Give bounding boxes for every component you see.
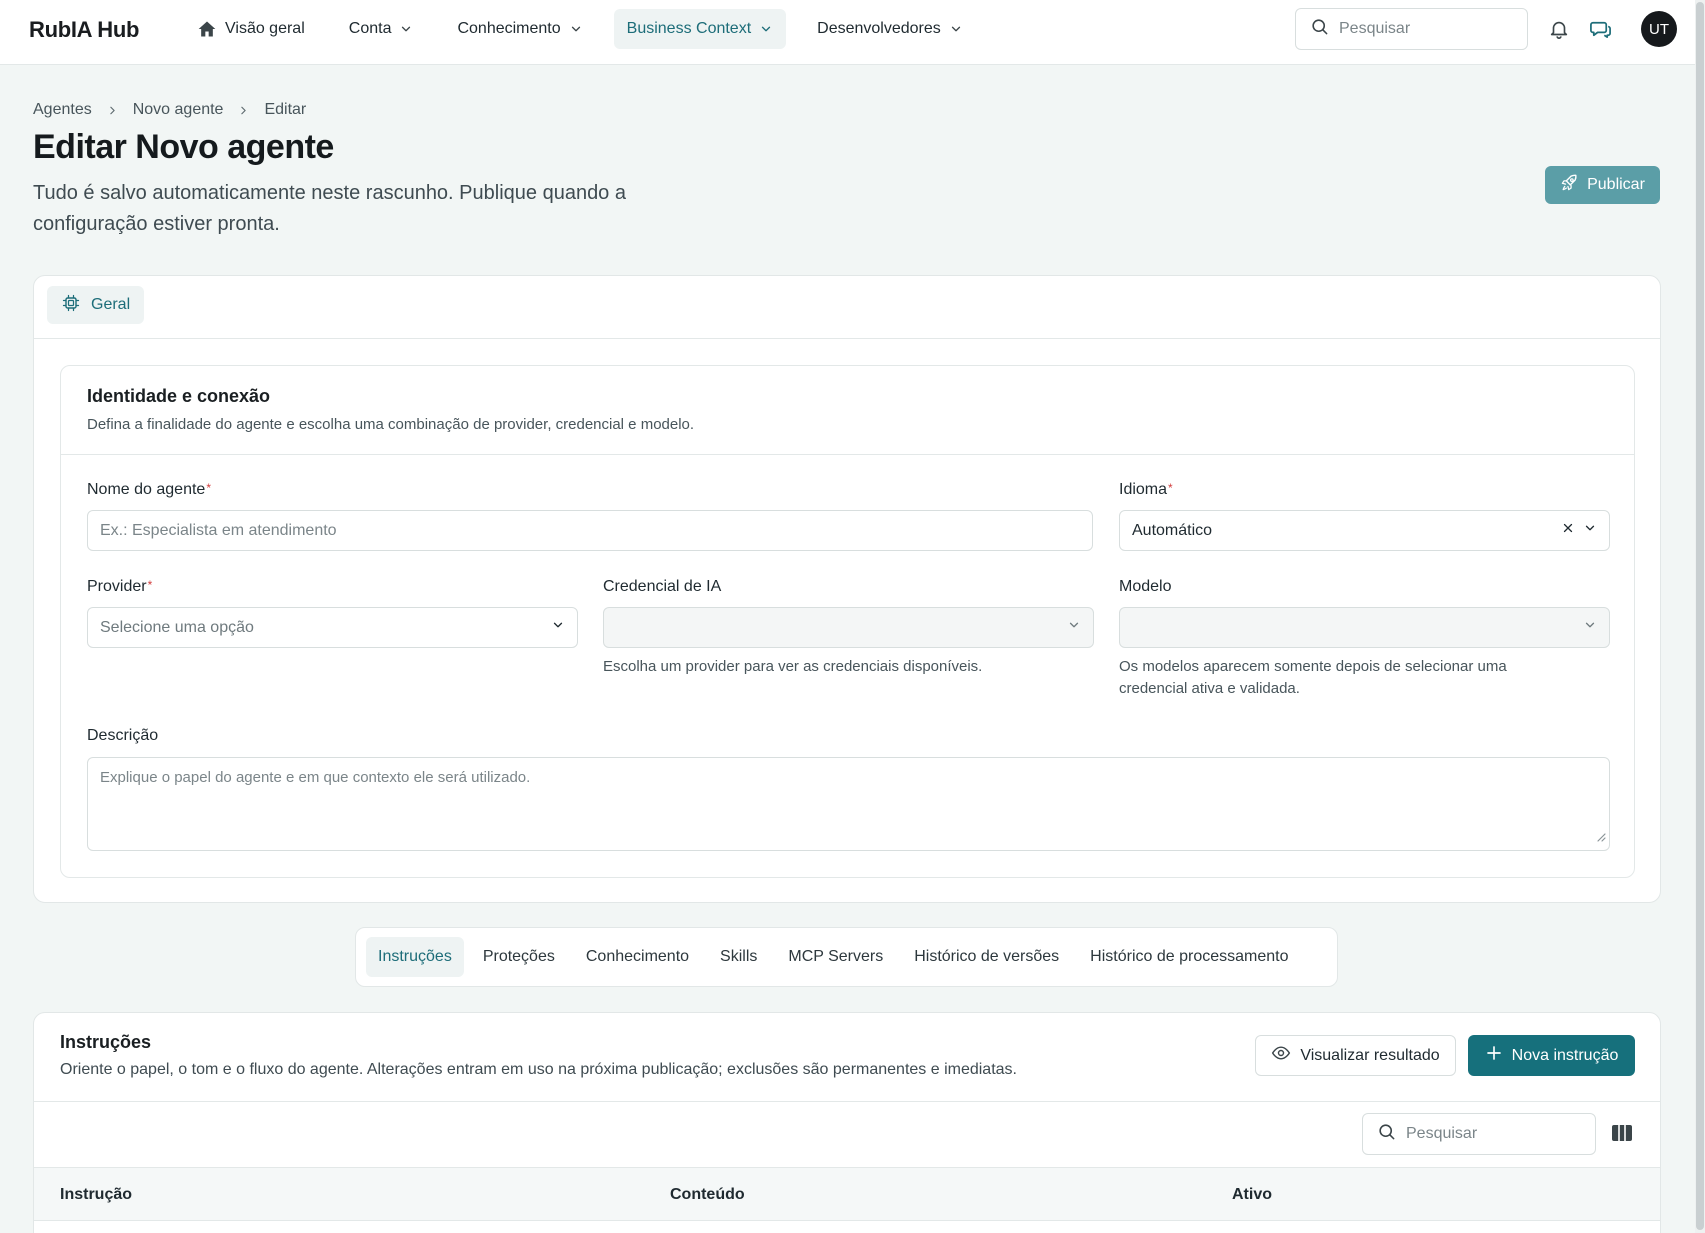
nav-item-label: Desenvolvedores [817, 20, 941, 37]
breadcrumb-item-editar: Editar [264, 101, 307, 118]
search-icon [1377, 1122, 1396, 1146]
breadcrumb-item-agentes[interactable]: Agentes [33, 101, 92, 119]
preview-button-label: Visualizar resultado [1300, 1046, 1440, 1064]
divider [61, 454, 1634, 455]
global-search-input[interactable] [1339, 20, 1509, 38]
instructions-card: Instruções Oriente o papel, o tom e o fl… [33, 1012, 1661, 1233]
rocket-icon [1560, 173, 1579, 197]
tab-instrucoes[interactable]: Instruções [366, 937, 464, 977]
user-avatar[interactable]: UT [1641, 11, 1677, 47]
nav-item-label: Conhecimento [457, 20, 561, 37]
chat-bubbles-icon[interactable] [1588, 17, 1612, 41]
instructions-search[interactable] [1362, 1113, 1596, 1155]
section-subtitle: Oriente o papel, o tom e o fluxo do agen… [60, 1061, 1017, 1078]
agent-name-label: Nome do agente* [87, 481, 211, 498]
tab-historico-processamento[interactable]: Histórico de processamento [1078, 937, 1300, 977]
publish-button-label: Publicar [1587, 176, 1645, 193]
column-header-conteudo[interactable]: Conteúdo [670, 1186, 745, 1204]
instructions-table-header: Instrução Conteúdo Ativo [34, 1167, 1660, 1221]
notifications-bell-icon[interactable] [1547, 17, 1571, 41]
model-hint: Os modelos aparecem somente depois de se… [1119, 658, 1507, 697]
tab-geral[interactable]: Geral [47, 286, 145, 324]
preview-result-button[interactable]: Visualizar resultado [1255, 1035, 1456, 1076]
required-mark: * [1168, 481, 1173, 495]
credential-label: Credencial de IA [603, 578, 722, 595]
description-field[interactable] [87, 757, 1610, 851]
chevron-down-icon [949, 22, 963, 36]
column-header-instrucao[interactable]: Instrução [60, 1186, 132, 1204]
plus-icon [1485, 1044, 1503, 1067]
brand-logo[interactable]: RubIA Hub [29, 17, 139, 43]
search-icon [1310, 17, 1329, 41]
nav-item-label: Business Context [626, 20, 752, 37]
description-textarea[interactable] [88, 758, 1609, 850]
divider [34, 338, 1660, 339]
home-icon [197, 19, 217, 39]
section-title: Identidade e conexão [87, 386, 271, 406]
required-mark: * [147, 578, 153, 592]
description-label: Descrição [87, 727, 159, 744]
main-nav: Visão geral Conta Conhecimento Business … [184, 9, 994, 49]
chevron-right-icon [106, 104, 119, 117]
tab-mcp-servers[interactable]: MCP Servers [776, 937, 895, 977]
nav-item-label: Visão geral [225, 20, 305, 37]
provider-select-placeholder: Selecione uma opção [100, 618, 254, 636]
columns-toggle-icon[interactable] [1611, 1123, 1633, 1148]
tab-protecoes[interactable]: Proteções [471, 937, 567, 977]
section-subtitle: Defina a finalidade do agente e escolha … [87, 416, 695, 433]
chevron-down-icon [569, 22, 583, 36]
nav-item-visao-geral[interactable]: Visão geral [184, 9, 318, 49]
nav-item-desenvolvedores[interactable]: Desenvolvedores [804, 9, 976, 49]
global-search[interactable] [1295, 8, 1528, 50]
model-select[interactable] [1119, 607, 1610, 648]
provider-select[interactable]: Selecione uma opção [87, 607, 578, 648]
clear-icon[interactable] [1561, 521, 1575, 540]
divider [34, 1101, 1660, 1102]
model-label: Modelo [1119, 578, 1172, 595]
page-subtitle: Tudo é salvo automaticamente neste rascu… [33, 182, 626, 235]
chip-icon [61, 293, 81, 318]
publish-button[interactable]: Publicar [1545, 166, 1660, 204]
section-title: Instruções [60, 1032, 152, 1052]
nav-item-conhecimento[interactable]: Conhecimento [444, 9, 595, 49]
language-select-value: Automático [1132, 521, 1213, 539]
new-instruction-label: Nova instrução [1511, 1046, 1619, 1064]
tab-historico-versoes[interactable]: Histórico de versões [902, 937, 1071, 977]
resize-handle-icon[interactable] [1596, 829, 1606, 847]
credential-select[interactable] [603, 607, 1094, 648]
column-header-ativo[interactable]: Ativo [1232, 1186, 1272, 1204]
chevron-down-icon[interactable] [1583, 521, 1597, 540]
chevron-down-icon [399, 22, 413, 36]
agent-sections-tabs: Instruções Proteções Conhecimento Skills… [355, 927, 1338, 987]
language-select[interactable]: Automático [1119, 510, 1610, 551]
tab-conhecimento[interactable]: Conhecimento [574, 937, 701, 977]
page-title: Editar Novo agente [33, 128, 334, 166]
eye-icon [1271, 1043, 1291, 1068]
page-scrollbar-thumb[interactable] [1696, 2, 1704, 1230]
chevron-right-icon [237, 104, 250, 117]
nav-item-conta[interactable]: Conta [336, 9, 427, 49]
breadcrumb: Agentes Novo agente Editar [33, 101, 306, 119]
credential-hint: Escolha um provider para ver as credenci… [603, 658, 983, 675]
chevron-down-icon [1583, 618, 1597, 637]
identity-section: Identidade e conexão Defina a finalidade… [60, 365, 1635, 878]
agent-config-card: Geral Identidade e conexão Defina a fina… [33, 275, 1661, 903]
agent-name-input[interactable] [100, 521, 1080, 540]
breadcrumb-item-novo-agente[interactable]: Novo agente [133, 101, 224, 119]
provider-label: Provider* [87, 578, 153, 595]
required-mark: * [206, 481, 211, 495]
new-instruction-button[interactable]: Nova instrução [1468, 1035, 1635, 1076]
nav-item-label: Conta [348, 20, 392, 37]
language-label: Idioma* [1119, 481, 1173, 498]
chevron-down-icon [551, 618, 565, 637]
nav-item-business-context[interactable]: Business Context [613, 9, 787, 49]
chevron-down-icon [1067, 618, 1081, 637]
instructions-search-input[interactable] [1406, 1125, 1576, 1143]
top-navbar: RubIA Hub Visão geral Conta Conhecimento… [0, 0, 1695, 65]
agent-name-field[interactable] [87, 510, 1093, 551]
tab-label: Geral [91, 296, 131, 313]
chevron-down-icon [759, 22, 773, 36]
tab-skills[interactable]: Skills [708, 937, 769, 977]
page-scrollbar[interactable] [1695, 0, 1705, 1233]
